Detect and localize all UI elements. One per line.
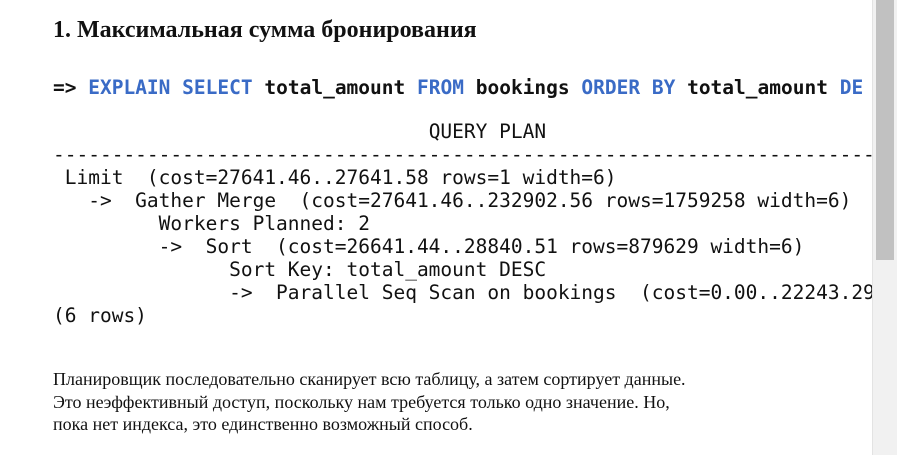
- plan-header: QUERY PLAN: [428, 120, 547, 143]
- sql-query: => EXPLAIN SELECT total_amount FROM book…: [53, 75, 863, 101]
- plan-header-line: QUERY PLAN: [53, 120, 872, 143]
- section-heading: 1. Максимальная сумма бронирования: [53, 17, 477, 43]
- plan-line: -> Sort (cost=26641.44..28840.51 rows=87…: [53, 235, 805, 258]
- plan-line: -> Parallel Seq Scan on bookings (cost=0…: [229, 281, 872, 304]
- vertical-scrollbar[interactable]: [872, 0, 897, 455]
- keyword-select: SELECT: [182, 76, 253, 99]
- psql-prompt: =>: [53, 76, 77, 99]
- query-plan-output: QUERY PLAN ------------------------------…: [53, 120, 872, 327]
- table-name: bookings: [475, 76, 570, 99]
- explanation-paragraph: Планировщик последовательно сканирует вс…: [53, 368, 686, 436]
- explanation-line: пока нет индекса, это единственно возмож…: [53, 414, 473, 434]
- explanation-line: Это неэффективный доступ, поскольку нам …: [53, 391, 670, 412]
- keyword-from: FROM: [417, 76, 464, 99]
- keyword-desc: DE: [839, 76, 864, 99]
- plan-row-count: (6 rows): [53, 304, 147, 327]
- select-column: total_amount: [264, 76, 406, 99]
- explanation-line: Планировщик последовательно сканирует вс…: [53, 369, 686, 389]
- plan-line: Workers Planned: 2: [53, 212, 370, 235]
- plan-separator: ----------------------------------------…: [53, 143, 872, 166]
- order-column: total_amount: [687, 76, 828, 99]
- document-content: 1. Максимальная сумма бронирования => EX…: [0, 0, 872, 455]
- scrollbar-thumb[interactable]: [876, 0, 894, 260]
- plan-line: -> Gather Merge (cost=27641.46..232902.5…: [53, 189, 852, 212]
- plan-line: Sort Key: total_amount DESC: [53, 258, 547, 281]
- keyword-explain: EXPLAIN: [88, 76, 171, 99]
- plan-line: Limit (cost=27641.46..27641.58 rows=1 wi…: [53, 166, 617, 189]
- keyword-order-by: ORDER BY: [581, 76, 676, 99]
